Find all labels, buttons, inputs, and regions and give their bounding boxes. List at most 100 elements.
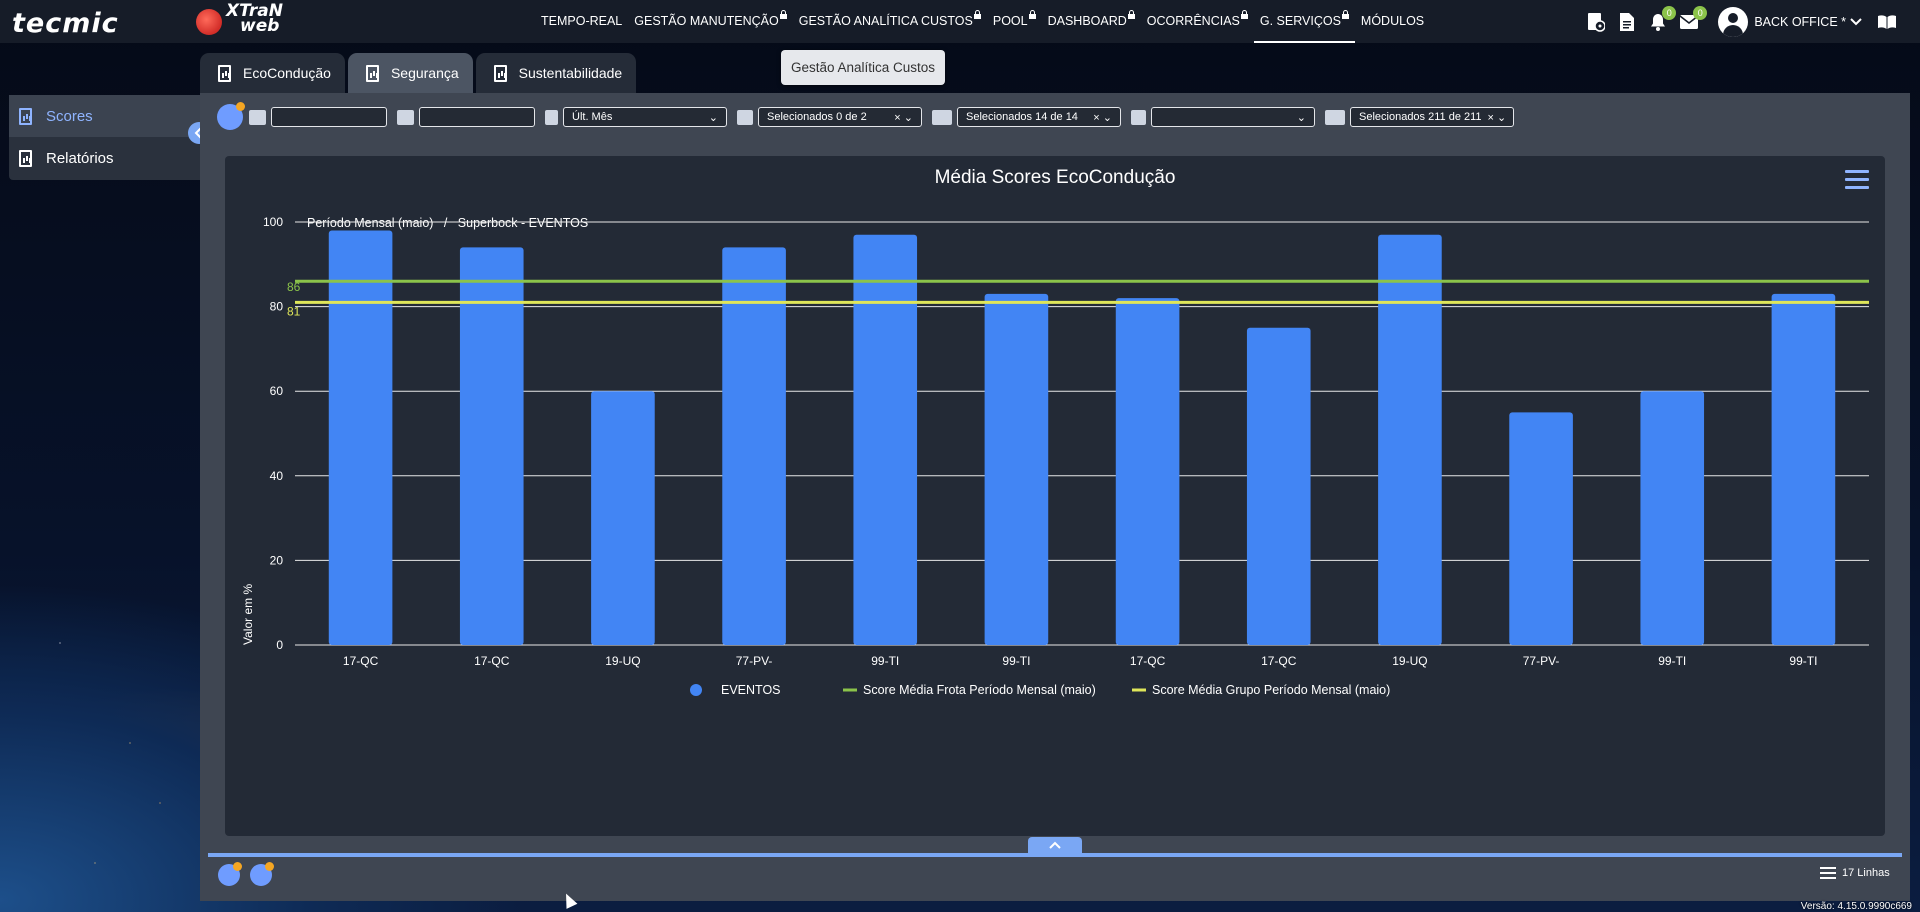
period-chevron-down-icon: ⌄	[708, 111, 718, 124]
legend-eventos-label: EVENTOS	[721, 683, 781, 697]
main-panel: Últ. Mês ⌄ Selecionados 0 de 2 × ⌄ Selec…	[200, 93, 1910, 901]
users-group-icon	[932, 109, 952, 125]
nav-item-3[interactable]: POOL	[987, 0, 1042, 43]
x-tick-label: 99-TI	[1002, 654, 1030, 668]
groups-select[interactable]: Selecionados 14 de 14 × ⌄	[957, 107, 1121, 127]
y-tick-label: 20	[270, 553, 284, 567]
tab-0[interactable]: EcoCondução	[200, 53, 345, 93]
calendar-icon	[545, 109, 558, 125]
nav-item-1[interactable]: GESTÃO MANUTENÇÃO	[628, 0, 792, 43]
legend-reference-label-1: Score Média Grupo Período Mensal (maio)	[1152, 683, 1390, 697]
vehicles-icon	[1325, 109, 1345, 125]
sidebar-item-0[interactable]: Scores	[9, 95, 200, 137]
nav-item-0[interactable]: TEMPO-REAL	[535, 0, 628, 43]
y-axis-label: Valor em %	[241, 584, 255, 645]
nav-item-2[interactable]: GESTÃO ANALÍTICA CUSTOS	[793, 0, 987, 43]
report-document-icon	[19, 149, 32, 167]
main-navigation: TEMPO-REAL GESTÃO MANUTENÇÃO GESTÃO ANALÍT…	[535, 0, 1430, 43]
user-avatar-icon[interactable]	[1718, 6, 1749, 37]
tab-1[interactable]: Segurança	[347, 53, 473, 93]
bar-9	[1509, 412, 1573, 645]
nav-tooltip: Gestão Analítica Custos	[781, 50, 945, 85]
bar-8	[1378, 234, 1442, 645]
date-from-input[interactable]	[271, 107, 387, 127]
bar-3	[722, 247, 786, 645]
xtran-logo-mark-icon	[196, 9, 222, 35]
y-tick-label: 0	[276, 638, 283, 652]
lock-icon	[779, 10, 787, 21]
bar-11	[1771, 293, 1836, 645]
tab-label: EcoCondução	[243, 65, 331, 81]
nav-item-4[interactable]: DASHBOARD	[1042, 0, 1141, 43]
messages-badge: 0	[1693, 5, 1708, 20]
period-select-value: Últ. Mês	[572, 111, 613, 123]
report-document-icon	[365, 64, 379, 82]
nav-item-label: DASHBOARD	[1047, 14, 1127, 28]
vehicles-select-value: Selecionados 211 de 211	[1359, 111, 1482, 123]
vehicles-clear-icon[interactable]: × ⌄	[1488, 111, 1507, 124]
report-document-icon	[19, 107, 32, 125]
y-tick-label: 80	[270, 300, 284, 314]
report-document-icon	[493, 64, 507, 82]
module-tabs: EcoCondução Segurança Sustentabilidade	[200, 53, 639, 93]
bell-icon[interactable]: 0	[1647, 5, 1677, 33]
lock-icon	[1028, 10, 1036, 21]
nav-item-label: POOL	[992, 14, 1028, 28]
y-tick-label: 40	[270, 469, 284, 483]
x-tick-label: 19-UQ	[605, 654, 640, 668]
x-tick-label: 17-QC	[474, 654, 510, 668]
lock-icon	[1341, 10, 1349, 21]
export-excel-icon[interactable]	[218, 862, 242, 886]
vehicles-select[interactable]: Selecionados 211 de 211 × ⌄	[1350, 107, 1514, 127]
groups-clear-icon[interactable]: × ⌄	[1093, 111, 1112, 124]
notifications-badge: 0	[1662, 5, 1677, 20]
xtran-web-logo[interactable]: XTraN web	[226, 3, 283, 36]
app-version: Versão: 4.15.0.9990c669	[1800, 901, 1912, 912]
chart-card: Média Scores EcoCondução Período Mensal …	[225, 156, 1885, 836]
bar-2	[591, 391, 655, 645]
export-pdf-icon[interactable]	[250, 862, 274, 886]
nav-item-7[interactable]: MÓDULOS	[1355, 0, 1430, 43]
bar-7	[1246, 327, 1311, 645]
x-tick-label: 77-PV-	[1523, 654, 1560, 668]
document-icon[interactable]	[1616, 11, 1638, 33]
sidebar: Scores Relatórios	[9, 95, 200, 180]
grid-icon	[1131, 109, 1146, 125]
lock-icon	[1127, 10, 1135, 21]
bar-1	[459, 247, 524, 645]
header-actions: 0 0 BACK OFFICE *	[1576, 0, 1920, 43]
layout-select[interactable]: ⌄	[1151, 107, 1315, 127]
legend-reference-label-0: Score Média Frota Período Mensal (maio)	[863, 683, 1096, 697]
period-select[interactable]: Últ. Mês ⌄	[563, 107, 727, 127]
nav-item-6[interactable]: G. SERVIÇOS	[1253, 0, 1355, 43]
x-tick-label: 99-TI	[1658, 654, 1686, 668]
date-to-input[interactable]	[419, 107, 535, 127]
x-tick-label: 99-TI	[1789, 654, 1817, 668]
envelope-icon[interactable]: 0	[1678, 5, 1708, 33]
nav-item-5[interactable]: OCORRÊNCIAS	[1141, 0, 1254, 43]
tecmic-logo[interactable]: tecmic	[12, 8, 119, 39]
tab-2[interactable]: Sustentabilidade	[475, 53, 637, 93]
export-icon[interactable]	[217, 102, 245, 130]
lock-icon	[1240, 10, 1248, 21]
clients-clear-icon[interactable]: × ⌄	[894, 111, 913, 124]
book-icon[interactable]	[1876, 11, 1898, 33]
xtran-logo-line2: web	[240, 16, 280, 36]
user-menu-chevron-down-icon[interactable]	[1850, 15, 1862, 29]
sidebar-item-1[interactable]: Relatórios	[9, 137, 200, 179]
clients-select[interactable]: Selecionados 0 de 2 × ⌄	[758, 107, 922, 127]
list-icon	[1820, 867, 1836, 879]
calendar-start-icon	[249, 109, 266, 125]
user-name[interactable]: BACK OFFICE *	[1754, 15, 1846, 29]
clients-select-value: Selecionados 0 de 2	[767, 111, 867, 123]
calendar-end-icon	[397, 109, 414, 125]
bar-5	[984, 293, 1049, 645]
expand-table-button[interactable]	[1028, 837, 1082, 853]
lock-icon	[973, 10, 981, 21]
rows-count: 17 Linhas	[1820, 867, 1890, 879]
steering-document-icon[interactable]	[1585, 11, 1607, 33]
sidebar-item-label: Scores	[46, 107, 93, 125]
bar-4	[853, 234, 918, 645]
nav-item-label: GESTÃO ANALÍTICA CUSTOS	[798, 14, 973, 28]
nav-item-label: GESTÃO MANUTENÇÃO	[634, 14, 779, 28]
